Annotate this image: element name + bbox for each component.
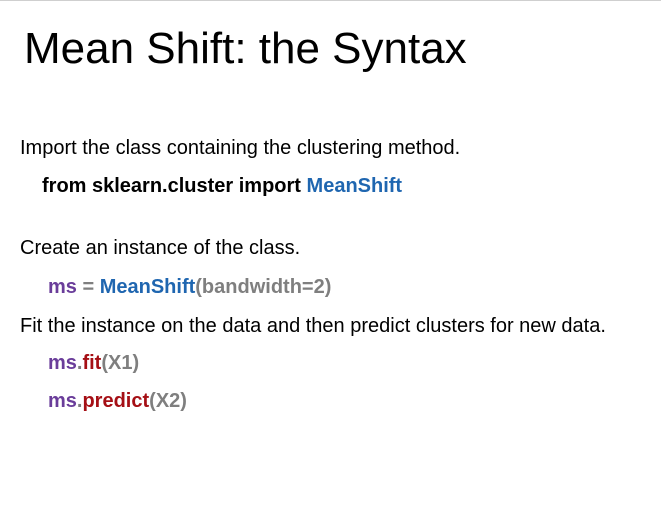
code-token: = — [76, 276, 100, 298]
instance-code-line: ms = MeanShift(bandwidth=2) — [48, 274, 331, 300]
step-1-text: Import the class containing the clusteri… — [20, 137, 461, 159]
code-token: ms — [48, 390, 77, 412]
fit-code-line: ms.fit(X1) — [48, 350, 139, 376]
code-token: MeanShift — [306, 175, 403, 197]
import-code-line: from sklearn.cluster import MeanShift — [42, 173, 402, 199]
step-3-text: Fit the instance on the data and then pr… — [20, 315, 606, 337]
code-token: MeanShift — [99, 276, 196, 298]
code-token: fit — [82, 352, 102, 374]
code-token: (bandwidth=2) — [195, 276, 332, 298]
code-token: predict — [82, 390, 150, 412]
code-token: from sklearn.cluster import — [42, 175, 307, 197]
slide: Mean Shift: the Syntax Import the class … — [0, 0, 661, 532]
code-token: ms — [48, 352, 77, 374]
slide-title: Mean Shift: the Syntax — [24, 24, 467, 73]
step-2-text: Create an instance of the class. — [20, 237, 301, 259]
code-token: ms — [48, 276, 77, 298]
code-token: (X1) — [101, 352, 140, 374]
predict-code-line: ms.predict(X2) — [48, 388, 187, 414]
code-token: (X2) — [149, 390, 187, 412]
